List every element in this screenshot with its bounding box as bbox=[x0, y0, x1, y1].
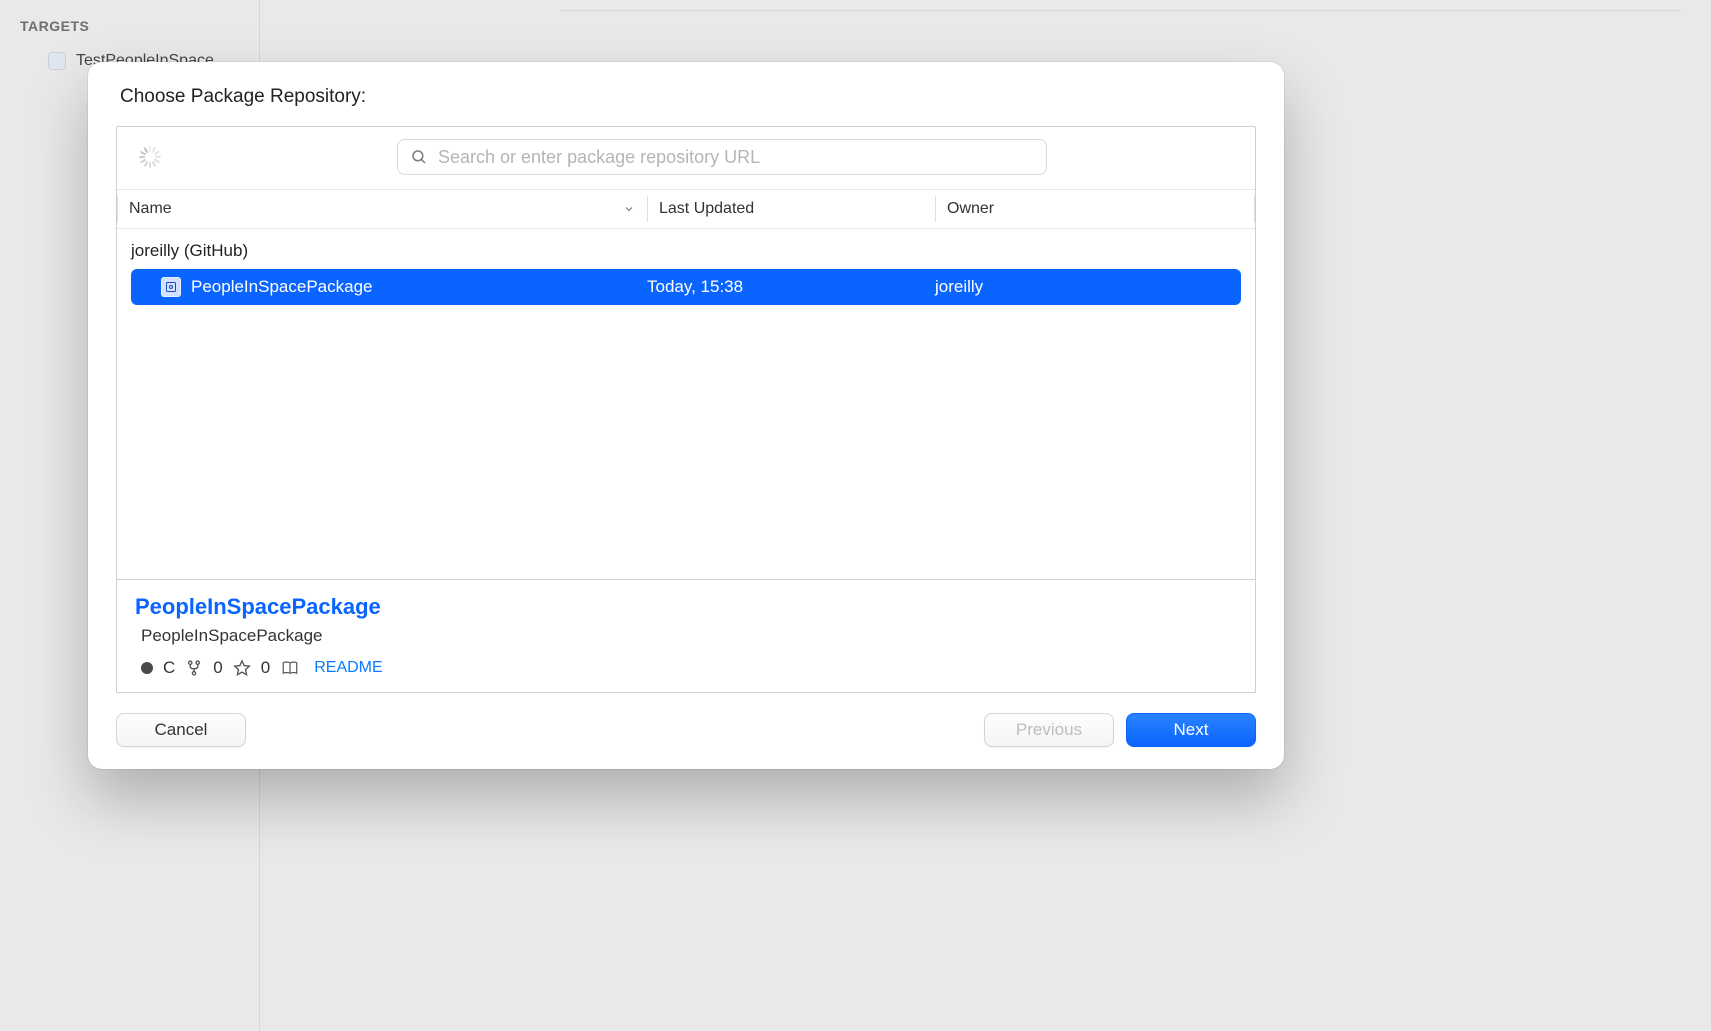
sheet-title: Choose Package Repository: bbox=[116, 86, 1256, 108]
language-label: C bbox=[163, 658, 175, 678]
package-icon bbox=[161, 277, 181, 297]
column-owner-label: Owner bbox=[947, 200, 994, 218]
package-detail: PeopleInSpacePackage PeopleInSpacePackag… bbox=[117, 579, 1255, 692]
package-name: PeopleInSpacePackage bbox=[191, 277, 372, 297]
package-updated: Today, 15:38 bbox=[647, 277, 935, 297]
search-row bbox=[117, 127, 1255, 189]
stars-count: 0 bbox=[261, 658, 270, 678]
group-header: joreilly (GitHub) bbox=[117, 229, 1255, 269]
search-input[interactable] bbox=[438, 147, 1034, 168]
column-headers: Name Last Updated Owner bbox=[117, 189, 1255, 229]
chevron-down-icon bbox=[623, 203, 635, 215]
readme-icon bbox=[280, 659, 300, 677]
readme-link[interactable]: README bbox=[314, 659, 382, 677]
package-panel: Name Last Updated Owner joreilly (GitHub… bbox=[116, 126, 1256, 693]
column-last-updated[interactable]: Last Updated bbox=[647, 190, 935, 228]
previous-button[interactable]: Previous bbox=[984, 713, 1114, 747]
column-name[interactable]: Name bbox=[117, 190, 647, 228]
background-divider bbox=[560, 10, 1681, 11]
package-repository-sheet: Choose Package Repository: Name bbox=[88, 62, 1284, 769]
sidebar-section-title: TARGETS bbox=[0, 18, 259, 48]
forks-count: 0 bbox=[213, 658, 222, 678]
next-button[interactable]: Next bbox=[1126, 713, 1256, 747]
column-owner[interactable]: Owner bbox=[935, 190, 1255, 228]
fork-icon bbox=[185, 659, 203, 677]
cancel-button[interactable]: Cancel bbox=[116, 713, 246, 747]
detail-meta: C 0 0 bbox=[141, 658, 1237, 678]
loading-spinner-icon bbox=[139, 146, 161, 168]
search-icon bbox=[410, 148, 428, 166]
language-dot-icon bbox=[141, 662, 153, 674]
star-icon bbox=[233, 659, 251, 677]
sheet-footer: Cancel Previous Next bbox=[116, 693, 1256, 747]
column-name-label: Name bbox=[129, 200, 172, 218]
app-target-icon bbox=[48, 52, 66, 70]
package-owner: joreilly bbox=[935, 277, 1241, 297]
package-row[interactable]: PeopleInSpacePackage Today, 15:38 joreil… bbox=[131, 269, 1241, 305]
package-list[interactable]: joreilly (GitHub) PeopleInSpacePackage T… bbox=[117, 229, 1255, 579]
column-last-updated-label: Last Updated bbox=[659, 200, 754, 218]
detail-title: PeopleInSpacePackage bbox=[135, 594, 1237, 620]
detail-subtitle: PeopleInSpacePackage bbox=[141, 626, 1237, 646]
search-field[interactable] bbox=[397, 139, 1047, 175]
